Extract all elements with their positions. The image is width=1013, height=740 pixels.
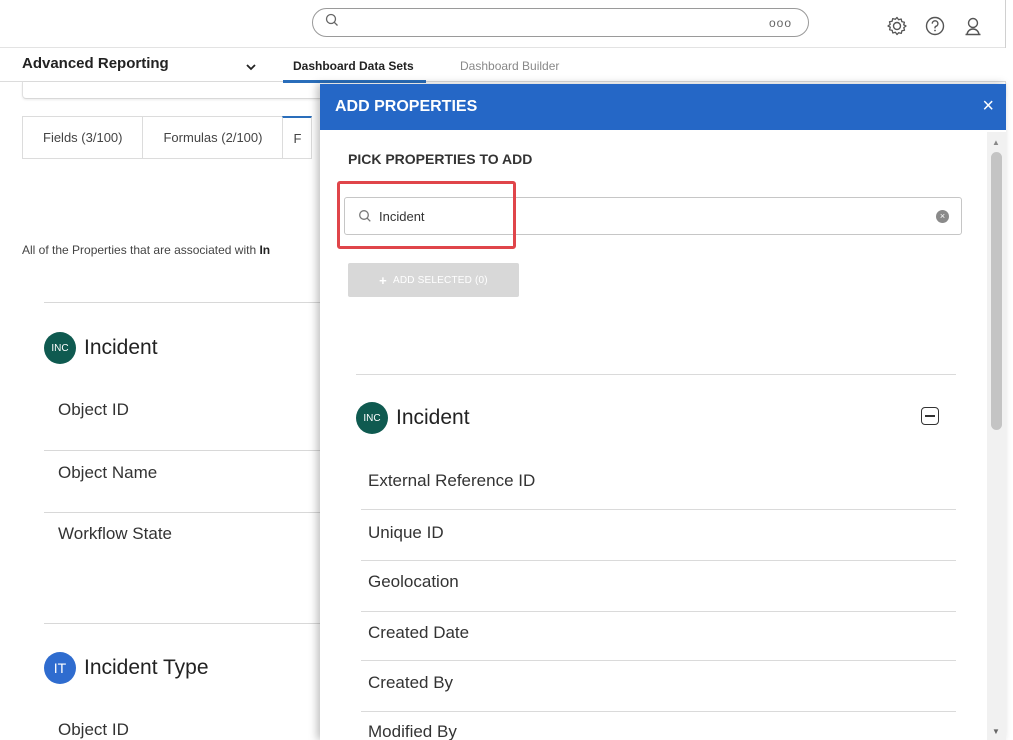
divider xyxy=(361,509,956,510)
tab-dashboard-builder[interactable]: Dashboard Builder xyxy=(460,59,559,73)
clear-search-icon[interactable]: × xyxy=(936,210,949,223)
property-option[interactable]: Modified By xyxy=(368,722,457,740)
property-option[interactable]: Geolocation xyxy=(368,572,459,592)
property-row: Workflow State xyxy=(58,524,173,543)
add-selected-label: ADD SELECTED (0) xyxy=(392,274,488,286)
app-title: Advanced Reporting xyxy=(22,55,169,72)
object-badge: INC xyxy=(44,332,76,364)
object-header-incident: INC Incident xyxy=(44,332,158,364)
app-nav: Advanced Reporting Dashboard Data Sets D… xyxy=(0,48,1006,83)
divider xyxy=(361,560,956,561)
divider xyxy=(361,711,956,712)
collapse-icon[interactable] xyxy=(921,407,939,425)
tab-filters[interactable]: F xyxy=(282,116,313,159)
window-edge xyxy=(1005,0,1013,740)
divider xyxy=(44,623,320,624)
user-icon[interactable] xyxy=(960,13,986,39)
help-icon[interactable] xyxy=(922,13,948,39)
tab-formulas[interactable]: Formulas (2/100) xyxy=(142,116,283,159)
top-bar: ooo xyxy=(0,0,1013,48)
chevron-down-icon[interactable] xyxy=(246,60,256,74)
divider xyxy=(44,450,320,451)
panel-header: ADD PROPERTIES × xyxy=(320,84,1006,130)
global-search-bar[interactable]: ooo xyxy=(312,8,809,37)
close-icon[interactable]: × xyxy=(982,95,994,118)
divider xyxy=(44,302,320,303)
property-option[interactable]: External Reference ID xyxy=(368,471,535,491)
overflow-dots-icon[interactable]: ooo xyxy=(769,16,792,30)
gear-icon[interactable] xyxy=(884,13,910,39)
divider xyxy=(361,660,956,661)
property-row: Object Name xyxy=(58,463,158,482)
object-title: Incident Type xyxy=(84,656,209,679)
annotation-highlight xyxy=(337,181,516,249)
background-tabs: Fields (3/100) Formulas (2/100) F xyxy=(22,116,313,159)
panel-title: ADD PROPERTIES xyxy=(335,98,478,115)
panel-scrollbar[interactable]: ▲ ▼ xyxy=(987,132,1006,740)
tab-fields[interactable]: Fields (3/100) xyxy=(22,116,143,159)
property-row: Object ID xyxy=(58,720,129,739)
plus-icon: + xyxy=(379,272,387,288)
object-badge: INC xyxy=(356,402,388,434)
search-icon xyxy=(325,13,339,32)
add-properties-panel: ADD PROPERTIES × PICK PROPERTIES TO ADD … xyxy=(320,84,1006,740)
object-header-incident-type: IT Incident Type xyxy=(44,652,209,684)
scroll-up-icon[interactable]: ▲ xyxy=(992,138,1000,147)
section-heading: PICK PROPERTIES TO ADD xyxy=(348,151,533,167)
property-option[interactable]: Unique ID xyxy=(368,523,444,543)
object-header-incident: INC Incident xyxy=(356,402,470,434)
object-title: Incident xyxy=(84,336,158,359)
divider xyxy=(44,512,320,513)
add-selected-button[interactable]: + ADD SELECTED (0) xyxy=(348,263,519,297)
divider xyxy=(356,374,956,375)
scroll-down-icon[interactable]: ▼ xyxy=(992,727,1000,736)
object-badge: IT xyxy=(44,652,76,684)
divider xyxy=(361,611,956,612)
property-option[interactable]: Created By xyxy=(368,673,453,693)
scrollbar-thumb[interactable] xyxy=(991,152,1002,430)
property-row: Object ID xyxy=(58,400,129,419)
tab-dashboard-data-sets[interactable]: Dashboard Data Sets xyxy=(283,59,426,83)
properties-description: All of the Properties that are associate… xyxy=(22,243,271,257)
property-option[interactable]: Created Date xyxy=(368,623,469,643)
object-title: Incident xyxy=(396,406,470,429)
